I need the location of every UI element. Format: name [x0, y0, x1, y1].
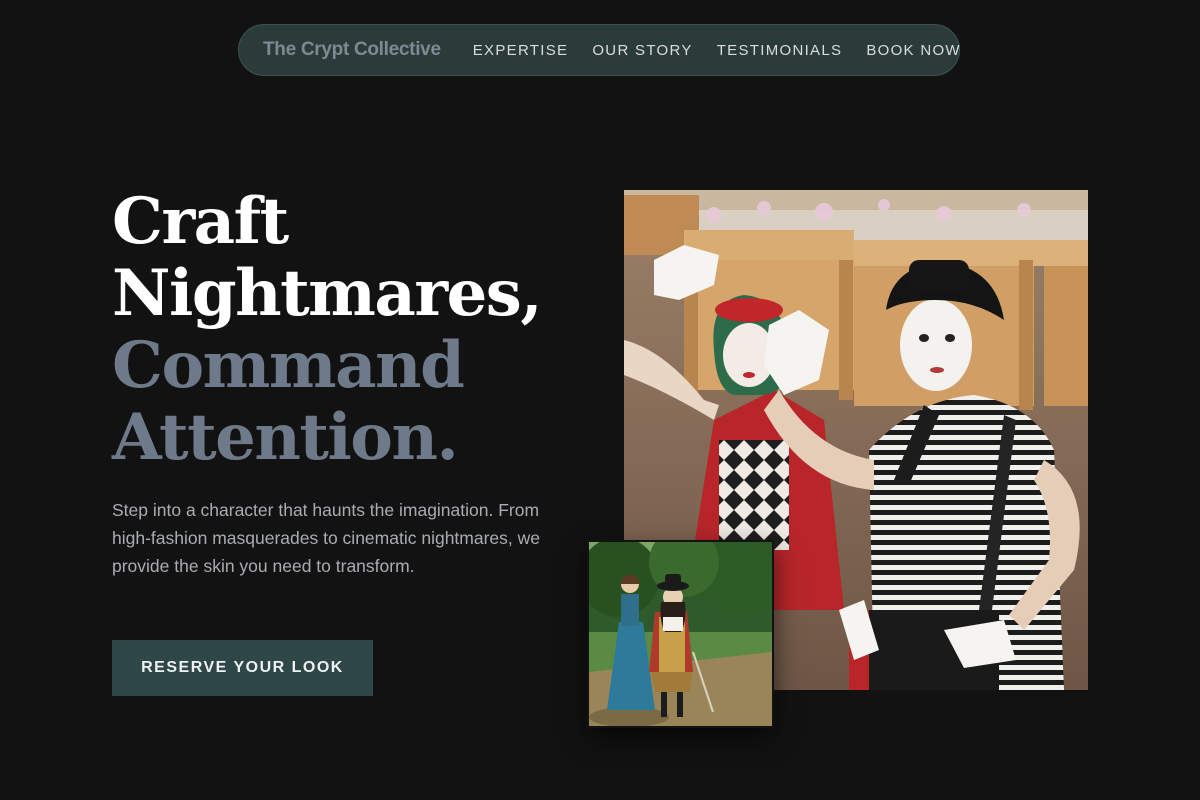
hero-subcopy: Step into a character that haunts the im…	[112, 500, 540, 576]
period-costume-couple-photo	[587, 540, 774, 728]
headline-line-3: Command	[112, 328, 465, 403]
nav-link-testimonials[interactable]: TESTIMONIALS	[717, 42, 843, 59]
headline-line-4: Attention.	[112, 400, 459, 475]
nav-link-our-story[interactable]: OUR STORY	[592, 42, 692, 59]
headline-line-2: Nightmares,	[112, 256, 543, 331]
nav-link-expertise[interactable]: EXPERTISE	[473, 42, 569, 59]
nav-link-book-now[interactable]: BOOK NOW	[866, 42, 961, 59]
reserve-your-look-button[interactable]: RESERVE YOUR LOOK	[112, 640, 373, 696]
headline-line-1: Craft	[112, 184, 289, 259]
nav-links: EXPERTISE OUR STORY TESTIMONIALS BOOK NO…	[473, 42, 961, 59]
top-navigation: The Crypt Collective EXPERTISE OUR STORY…	[238, 24, 960, 76]
brand-logo-text[interactable]: The Crypt Collective	[263, 39, 441, 61]
hero-headline: Craft Nightmares, Command Attention.	[112, 184, 543, 475]
